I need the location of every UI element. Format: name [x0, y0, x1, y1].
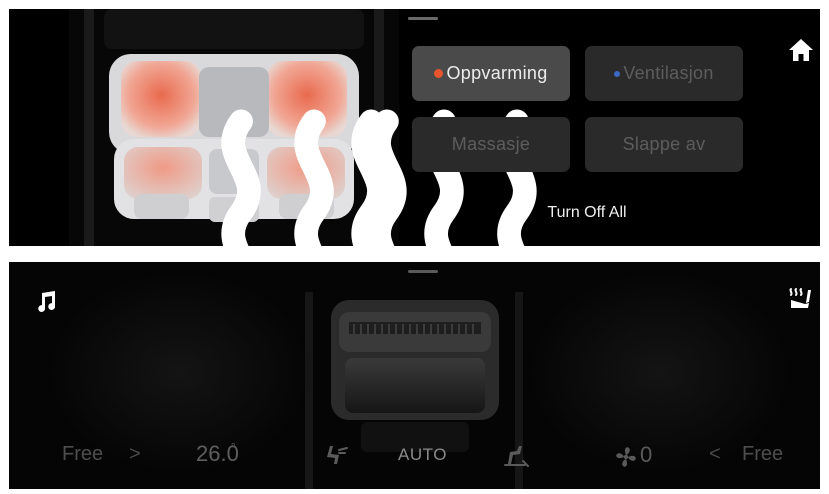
home-icon[interactable]: [788, 38, 814, 62]
drag-handle[interactable]: [408, 270, 438, 273]
mode-button-ventilasjon[interactable]: Ventilasjon: [585, 46, 743, 101]
mode-button-oppvarming[interactable]: Oppvarming: [412, 46, 570, 101]
chevron-left-icon[interactable]: <: [709, 443, 721, 466]
seat-control-panel: Oppvarming Ventilasjon Massasje Slappe a…: [9, 9, 820, 246]
seat-heat-icon[interactable]: [788, 287, 814, 313]
turn-off-all-button[interactable]: Turn Off All: [487, 204, 687, 222]
ventilation-indicator-dot: [614, 70, 621, 77]
mode-button-massasje[interactable]: Massasje: [412, 117, 570, 172]
rear-seat-illustration: [69, 9, 537, 246]
mode-label: Ventilasjon: [623, 63, 714, 83]
temperature-display[interactable]: 26.0°: [196, 440, 244, 467]
right-seat-mode[interactable]: Free: [742, 443, 783, 466]
mode-label: Oppvarming: [446, 63, 548, 83]
chevron-right-icon[interactable]: >: [129, 443, 141, 466]
left-seat-mode[interactable]: Free: [62, 443, 103, 466]
auto-mode-button[interactable]: AUTO: [398, 445, 447, 465]
airflow-feet-icon[interactable]: [503, 444, 531, 468]
mode-button-slappe-av[interactable]: Slappe av: [585, 117, 743, 172]
active-indicator-dot: [434, 69, 444, 78]
airflow-face-icon[interactable]: [321, 444, 349, 468]
drag-handle[interactable]: [408, 17, 438, 20]
fan-level-value[interactable]: 0: [640, 442, 652, 468]
music-note-icon[interactable]: [34, 289, 58, 313]
climate-control-panel: Free > 26.0° AUTO 0 < Free: [9, 262, 820, 489]
mode-label: Massasje: [451, 134, 531, 154]
mode-label: Slappe av: [622, 134, 706, 154]
degree-symbol: °: [230, 440, 236, 454]
fan-icon[interactable]: [615, 446, 637, 468]
